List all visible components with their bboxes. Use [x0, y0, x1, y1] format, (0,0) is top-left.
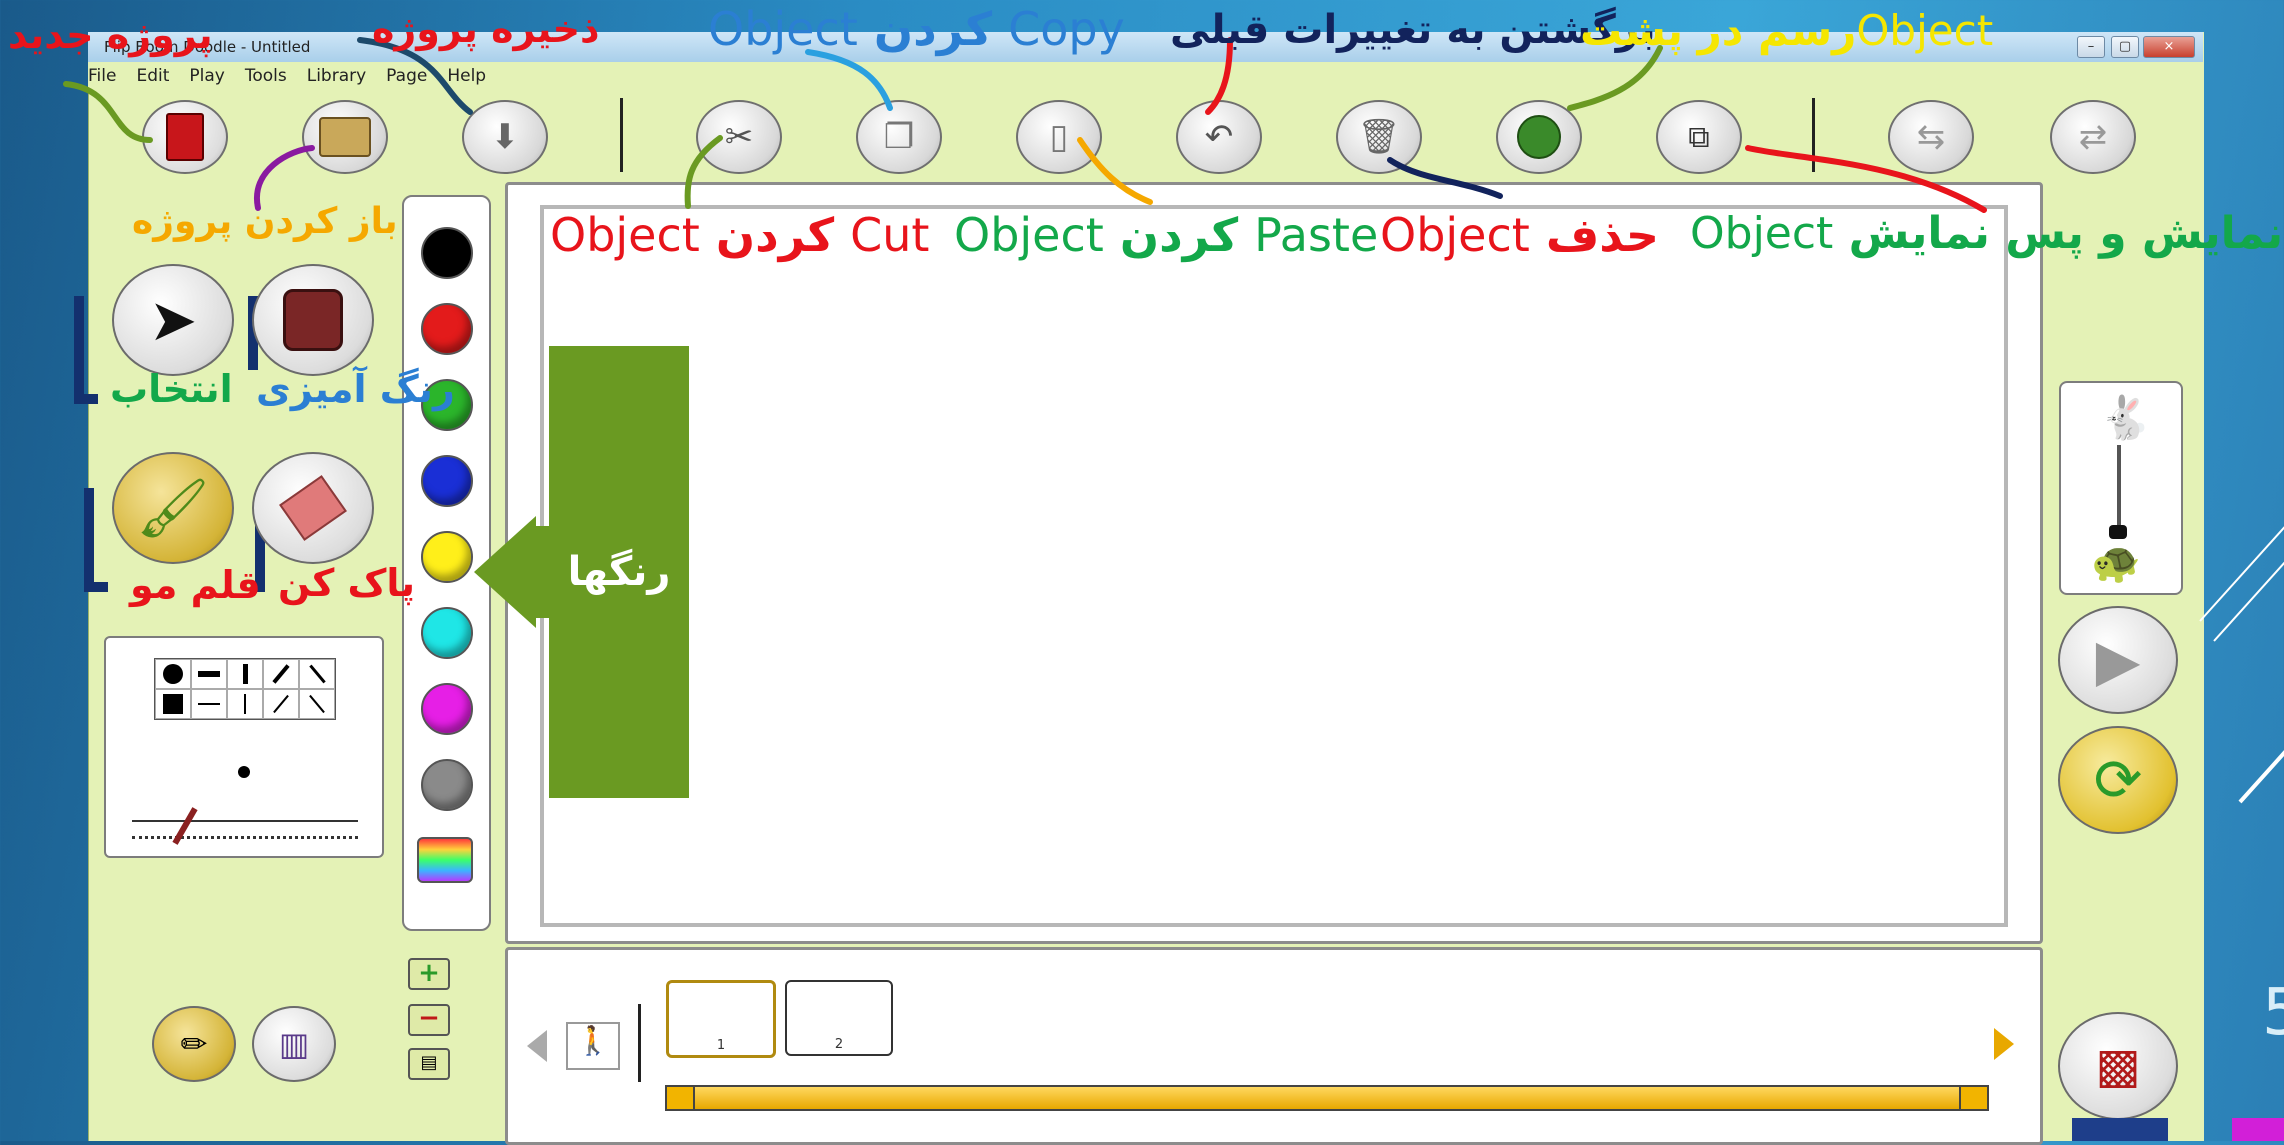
paint-label: رنگ آمیزی — [256, 367, 455, 411]
cut-object-label: Object کردن Cut — [550, 208, 930, 262]
slide-number: 5 — [2262, 976, 2284, 1050]
front-back-label: Object پیش نمایش و پس نمایش — [1690, 208, 2284, 259]
nav-forward-button[interactable] — [2232, 1118, 2284, 1141]
nav-back-button[interactable] — [2072, 1118, 2168, 1141]
copy-object-label: Object کردن Copy — [708, 2, 1125, 56]
draw-behind-label: رسم در پشتObject — [1580, 6, 1994, 55]
eraser-label: پاک کن — [278, 561, 415, 605]
open-project-label: باز کردن پروژه — [132, 201, 398, 242]
save-project-label: ذخیره پروژه — [372, 7, 600, 51]
brush-label: قلم مو — [130, 563, 261, 607]
paste-object-label: Object کردن Paste — [954, 208, 1379, 262]
delete-object-label: Object حذف — [1380, 208, 1660, 262]
select-label: انتخاب — [110, 367, 233, 411]
new-project-label: پروژه جدید — [8, 13, 213, 57]
